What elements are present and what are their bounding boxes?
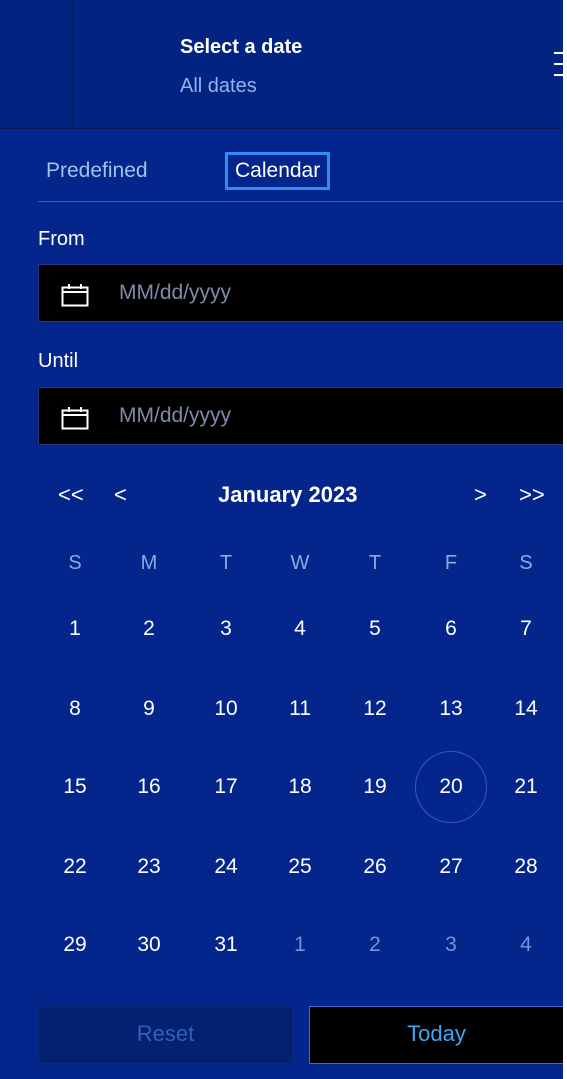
from-label: From (38, 228, 85, 250)
reset-button[interactable]: Reset (38, 1006, 293, 1064)
calendar-day[interactable]: 21 (501, 775, 551, 799)
calendar-day[interactable]: 15 (50, 775, 100, 799)
calendar-day[interactable]: 24 (201, 855, 251, 879)
calendar-day[interactable]: 16 (124, 775, 174, 799)
weekday-label: M (140, 552, 158, 574)
until-label: Until (38, 350, 79, 372)
from-date-field[interactable]: MM/dd/yyyy (38, 264, 563, 322)
calendar-day-today[interactable]: 20 (426, 775, 476, 799)
calendar-day[interactable]: 3 (201, 617, 251, 641)
calendar-day[interactable]: 14 (501, 697, 551, 721)
weekday-label: F (444, 552, 458, 574)
calendar-day[interactable]: 4 (501, 933, 551, 957)
calendar-icon (61, 407, 89, 430)
weekday-label: T (219, 552, 233, 574)
calendar-day[interactable]: 29 (50, 933, 100, 957)
calendar-day[interactable]: 7 (501, 617, 551, 641)
date-picker-panel: Select a date All dates Predefined Calen… (0, 0, 563, 1079)
calendar-day[interactable]: 2 (350, 933, 400, 957)
calendar-day[interactable]: 13 (426, 697, 476, 721)
calendar-day[interactable]: 22 (50, 855, 100, 879)
calendar-day[interactable]: 30 (124, 933, 174, 957)
month-year-label: January 2023 (218, 482, 358, 507)
calendar-day[interactable]: 1 (50, 617, 100, 641)
calendar-icon (61, 284, 89, 307)
calendar-day[interactable]: 27 (426, 855, 476, 879)
calendar-day[interactable]: 3 (426, 933, 476, 957)
calendar-day[interactable]: 12 (350, 697, 400, 721)
calendar-day[interactable]: 5 (350, 617, 400, 641)
weekday-label: S (519, 552, 533, 574)
menu-icon[interactable] (550, 46, 563, 82)
tab-bar: Predefined Calendar (38, 148, 563, 202)
calendar-day[interactable]: 25 (275, 855, 325, 879)
calendar-day[interactable]: 4 (275, 617, 325, 641)
next-year-button[interactable]: >> (519, 482, 545, 508)
next-month-button[interactable]: > (474, 482, 487, 508)
today-button[interactable]: Today (309, 1006, 563, 1064)
weekday-label: W (290, 552, 310, 574)
prev-month-button[interactable]: < (114, 482, 127, 508)
until-date-field[interactable]: MM/dd/yyyy (38, 387, 563, 445)
calendar-day[interactable]: 17 (201, 775, 251, 799)
calendar-day[interactable]: 10 (201, 697, 251, 721)
header-divider-right (529, 0, 530, 128)
calendar-day[interactable]: 28 (501, 855, 551, 879)
tab-predefined[interactable]: Predefined (46, 152, 148, 190)
header-subtitle: All dates (180, 75, 257, 97)
date-picker-header[interactable]: Select a date All dates (0, 0, 563, 129)
calendar-day[interactable]: 26 (350, 855, 400, 879)
calendar-day[interactable]: 8 (50, 697, 100, 721)
calendar-day[interactable]: 31 (201, 933, 251, 957)
from-date-input[interactable]: MM/dd/yyyy (119, 281, 231, 305)
calendar-day[interactable]: 1 (275, 933, 325, 957)
calendar-day[interactable]: 19 (350, 775, 400, 799)
calendar-day[interactable]: 23 (124, 855, 174, 879)
weekday-label: T (368, 552, 382, 574)
prev-year-button[interactable]: << (58, 482, 84, 508)
weekday-label: S (68, 552, 82, 574)
calendar-day[interactable]: 9 (124, 697, 174, 721)
header-divider-left (72, 0, 73, 128)
until-date-input[interactable]: MM/dd/yyyy (119, 404, 231, 428)
header-title: Select a date (180, 36, 303, 58)
calendar-day[interactable]: 11 (275, 697, 325, 721)
calendar-day[interactable]: 18 (275, 775, 325, 799)
calendar-day[interactable]: 2 (124, 617, 174, 641)
tab-calendar[interactable]: Calendar (225, 152, 331, 190)
calendar-day[interactable]: 6 (426, 617, 476, 641)
